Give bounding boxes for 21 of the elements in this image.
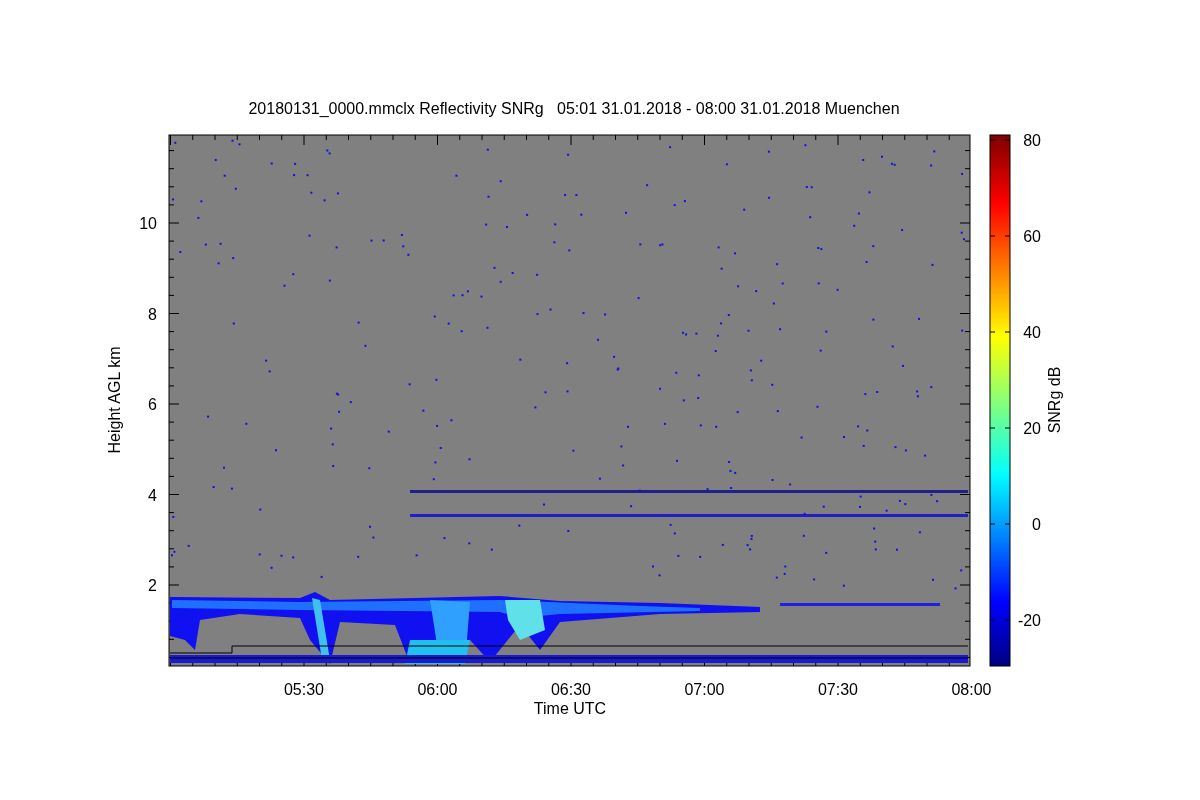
axis-tick-label: 8 xyxy=(148,305,157,323)
color-scale-label: -20 xyxy=(1017,612,1041,629)
axis-label: Time UTC xyxy=(533,700,607,717)
color-scale-label: 80 xyxy=(1023,132,1041,149)
axis-tick-label: 4 xyxy=(148,486,157,504)
axis-tick-label: 06:00 xyxy=(417,681,458,698)
axis-tick-label: 08:00 xyxy=(951,681,992,698)
chart-title: 20180131_0000.mmclx Reflectivity SNRg 05:01 31.01.2018 - 08:00 31.01.2018 Muenchen xyxy=(248,100,900,117)
axis-tick-label: 2 xyxy=(148,577,157,594)
color-scale-label: 20 xyxy=(1023,420,1041,437)
axis-label: SNRg dB xyxy=(1046,366,1063,434)
axis-tick-label: 05:30 xyxy=(284,681,324,698)
axis-tick-label: 6 xyxy=(148,396,157,413)
axis-tick-label: 10 xyxy=(139,215,157,232)
color-scale-label: 40 xyxy=(1023,324,1041,341)
color-scale-label: 60 xyxy=(1023,228,1041,245)
color-scale-label: 0 xyxy=(1032,516,1041,533)
axis-label: Height AGL km xyxy=(106,346,123,454)
axis-tick-label: 07:00 xyxy=(684,681,725,698)
axis-tick-label: 07:30 xyxy=(818,681,858,698)
axis-tick-label: 06:30 xyxy=(551,681,591,698)
